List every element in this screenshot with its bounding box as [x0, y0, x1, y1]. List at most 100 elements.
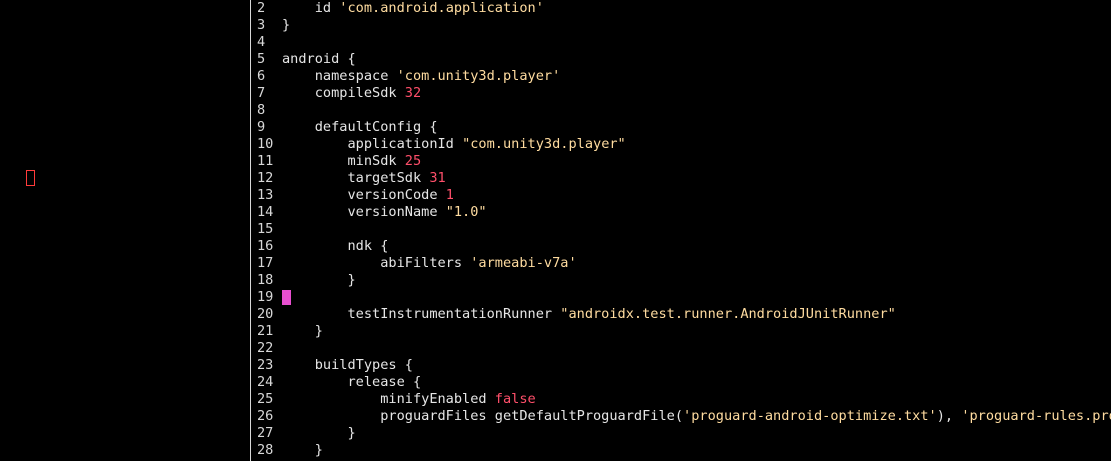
code-line[interactable]: applicationId "com.unity3d.player" [282, 136, 1111, 153]
code-line[interactable]: } [282, 272, 1111, 289]
pane-separator [250, 0, 251, 461]
line-number: 2 [257, 0, 266, 16]
string-literal: "androidx.test.runner.AndroidJUnitRunner… [560, 306, 896, 322]
tree-folder-row[interactable] [0, 0, 250, 17]
code-token: compileSdk [282, 85, 405, 101]
code-token: applicationId [282, 136, 463, 152]
string-literal: 'proguard-android-optimize.txt' [683, 408, 937, 424]
string-literal: "1.0" [445, 204, 487, 220]
tree-folder-row[interactable] [0, 255, 250, 272]
tree-folder-row[interactable] [0, 68, 250, 85]
code-line[interactable]: android { [282, 51, 1111, 68]
code-line[interactable]: testInstrumentationRunner "androidx.test… [282, 306, 1111, 323]
code-editor[interactable]: id 'com.android.application'} android { n… [282, 0, 1111, 461]
tree-folder-row[interactable] [0, 357, 250, 374]
line-number: 3 [257, 17, 266, 33]
code-line[interactable]: buildTypes { [282, 357, 1111, 374]
code-line[interactable]: targetSdk 31 [282, 170, 1111, 187]
tree-folder-row[interactable] [0, 272, 250, 289]
line-number: 8 [257, 102, 266, 118]
code-line[interactable]: namespace 'com.unity3d.player' [282, 68, 1111, 85]
tree-folder-row[interactable] [0, 323, 250, 340]
value-literal: 32 [404, 85, 422, 101]
tree-folder-row[interactable] [0, 51, 250, 68]
code-line[interactable]: id 'com.android.application' [282, 0, 1111, 17]
code-line[interactable]: ndk { [282, 238, 1111, 255]
code-token: proguardFiles getDefaultProguardFile( [282, 408, 684, 424]
line-number: 14 [257, 204, 274, 220]
tree-folder-row[interactable] [0, 153, 250, 170]
tree-folder-row[interactable] [0, 238, 250, 255]
code-line[interactable]: release { [282, 374, 1111, 391]
code-line[interactable]: } [282, 425, 1111, 442]
code-line[interactable]: versionName "1.0" [282, 204, 1111, 221]
tree-folder-row[interactable] [0, 85, 250, 102]
code-line[interactable]: } [282, 17, 1111, 34]
code-line[interactable]: minSdk 25 [282, 153, 1111, 170]
text-cursor [282, 290, 291, 305]
tree-folder-row[interactable] [0, 425, 250, 442]
line-number: 11 [257, 153, 274, 169]
code-line[interactable] [282, 289, 1111, 306]
line-number: 4 [257, 34, 266, 50]
line-number: 25 [257, 391, 274, 407]
line-number: 20 [257, 306, 274, 322]
tree-file-row[interactable] [0, 442, 250, 459]
file-tree-panel[interactable] [0, 0, 250, 461]
string-literal: 'armeabi-v7a' [470, 255, 577, 271]
code-line[interactable]: } [282, 442, 1111, 459]
line-number: 22 [257, 340, 274, 356]
code-line[interactable] [282, 221, 1111, 238]
line-number-gutter: 2 3 4 5 6 7 8 9 10 11 12 13 14 15 16 17 18 19 20 21 22 23 24 25… [253, 0, 281, 461]
line-number: 23 [257, 357, 274, 373]
code-token: } [282, 425, 356, 441]
code-line[interactable]: } [282, 323, 1111, 340]
tree-folder-row[interactable] [0, 17, 250, 34]
code-line[interactable]: proguardFiles getDefaultProguardFile('pr… [282, 408, 1111, 425]
tree-folder-row[interactable] [0, 102, 250, 119]
line-number: 6 [257, 68, 266, 84]
code-line[interactable] [282, 340, 1111, 357]
line-number: 10 [257, 136, 274, 152]
tree-file-row[interactable] [0, 170, 250, 187]
tree-file-row[interactable] [0, 136, 250, 153]
code-token: id [282, 0, 340, 16]
code-token: abiFilters [282, 255, 471, 271]
tree-folder-row[interactable] [0, 187, 250, 204]
code-line[interactable]: abiFilters 'armeabi-v7a' [282, 255, 1111, 272]
code-line[interactable]: minifyEnabled false [282, 391, 1111, 408]
code-line[interactable]: compileSdk 32 [282, 85, 1111, 102]
tree-folder-row[interactable] [0, 221, 250, 238]
tree-folder-row[interactable] [0, 340, 250, 357]
line-number: 21 [257, 323, 274, 339]
code-line[interactable] [282, 34, 1111, 51]
code-token: android { [282, 51, 356, 67]
tree-folder-row[interactable] [0, 204, 250, 221]
line-number: 12 [257, 170, 274, 186]
code-line[interactable] [282, 102, 1111, 119]
value-literal: 1 [445, 187, 454, 203]
line-number: 5 [257, 51, 266, 67]
tree-folder-row[interactable] [0, 34, 250, 51]
line-number: 7 [257, 85, 266, 101]
code-token: } [282, 323, 323, 339]
tree-folder-row[interactable] [0, 306, 250, 323]
tree-folder-row[interactable] [0, 374, 250, 391]
line-number: 16 [257, 238, 274, 254]
line-number: 15 [257, 221, 274, 237]
code-token: } [282, 442, 323, 458]
code-token: defaultConfig { [282, 119, 438, 135]
line-number: 17 [257, 255, 274, 271]
tree-folder-row[interactable] [0, 408, 250, 425]
code-token: namespace [282, 68, 397, 84]
tree-folder-row[interactable] [0, 289, 250, 306]
code-line[interactable]: defaultConfig { [282, 119, 1111, 136]
code-token: testInstrumentationRunner [282, 306, 561, 322]
code-line[interactable]: versionCode 1 [282, 187, 1111, 204]
tree-file-row[interactable] [0, 391, 250, 408]
code-token: } [282, 272, 356, 288]
code-token: release { [282, 374, 422, 390]
tree-folder-row[interactable] [0, 119, 250, 136]
string-literal: 'proguard-rules.pro' [961, 408, 1111, 424]
value-literal: 25 [404, 153, 422, 169]
